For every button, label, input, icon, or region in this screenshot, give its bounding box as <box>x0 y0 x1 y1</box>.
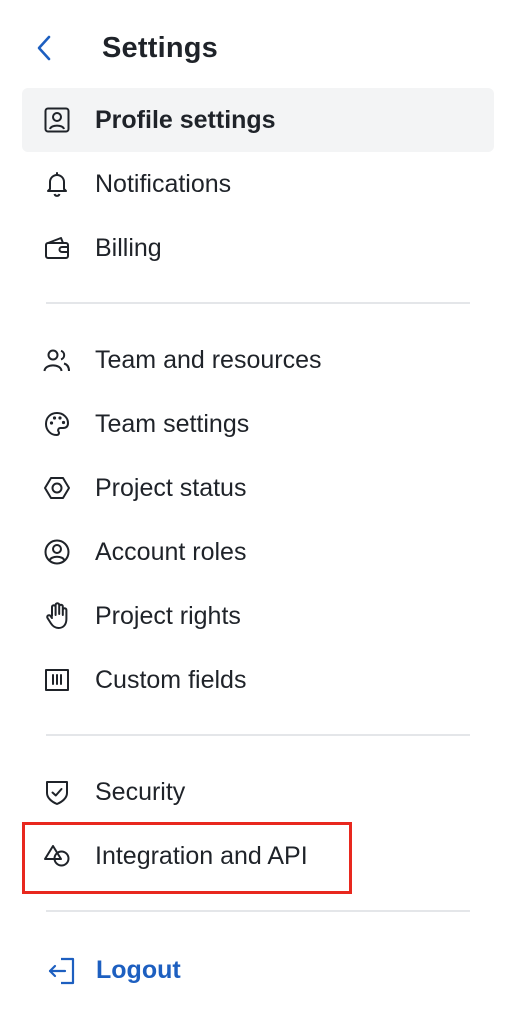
menu-item-label: Custom fields <box>95 666 247 694</box>
bell-icon <box>42 169 72 199</box>
menu-item-label: Account roles <box>95 538 247 566</box>
menu-item-label: Notifications <box>95 170 232 198</box>
palette-icon <box>42 409 72 439</box>
menu-item-custom-fields[interactable]: Custom fields <box>22 648 494 712</box>
menu-item-project-rights[interactable]: Project rights <box>22 584 494 648</box>
menu-item-account-roles[interactable]: Account roles <box>22 520 494 584</box>
logout-icon <box>46 955 78 987</box>
settings-menu: Profile settings Notifications Billing T… <box>0 0 520 1024</box>
menu-item-project-status[interactable]: Project status <box>22 456 494 520</box>
menu-item-label: Project status <box>95 474 247 502</box>
menu-item-team-and-resources[interactable]: Team and resources <box>22 328 494 392</box>
shapes-icon <box>42 841 72 871</box>
menu-item-label: Profile settings <box>95 106 276 134</box>
hand-icon <box>42 601 72 631</box>
hexagon-icon <box>42 473 72 503</box>
menu-item-label: Project rights <box>95 602 241 630</box>
menu-item-billing[interactable]: Billing <box>22 216 494 280</box>
menu-item-security[interactable]: Security <box>22 760 494 824</box>
divider <box>46 910 470 912</box>
logout-button[interactable]: Logout <box>22 938 282 1002</box>
menu-item-label: Billing <box>95 234 162 262</box>
menu-item-label: Security <box>95 778 186 806</box>
custom-fields-icon <box>42 665 72 695</box>
menu-item-notifications[interactable]: Notifications <box>22 152 494 216</box>
user-circle-icon <box>42 537 72 567</box>
divider <box>46 734 470 736</box>
logout-label: Logout <box>96 956 181 984</box>
menu-item-label: Team settings <box>95 410 250 438</box>
divider <box>46 302 470 304</box>
users-icon <box>42 345 72 375</box>
menu-item-label: Integration and API <box>95 842 308 870</box>
user-profile-icon <box>42 105 72 135</box>
menu-item-profile-settings[interactable]: Profile settings <box>22 88 494 152</box>
wallet-icon <box>42 233 72 263</box>
shield-check-icon <box>42 777 72 807</box>
menu-item-team-settings[interactable]: Team settings <box>22 392 494 456</box>
menu-item-integration-and-api[interactable]: Integration and API <box>22 824 494 888</box>
menu-item-label: Team and resources <box>95 346 322 374</box>
